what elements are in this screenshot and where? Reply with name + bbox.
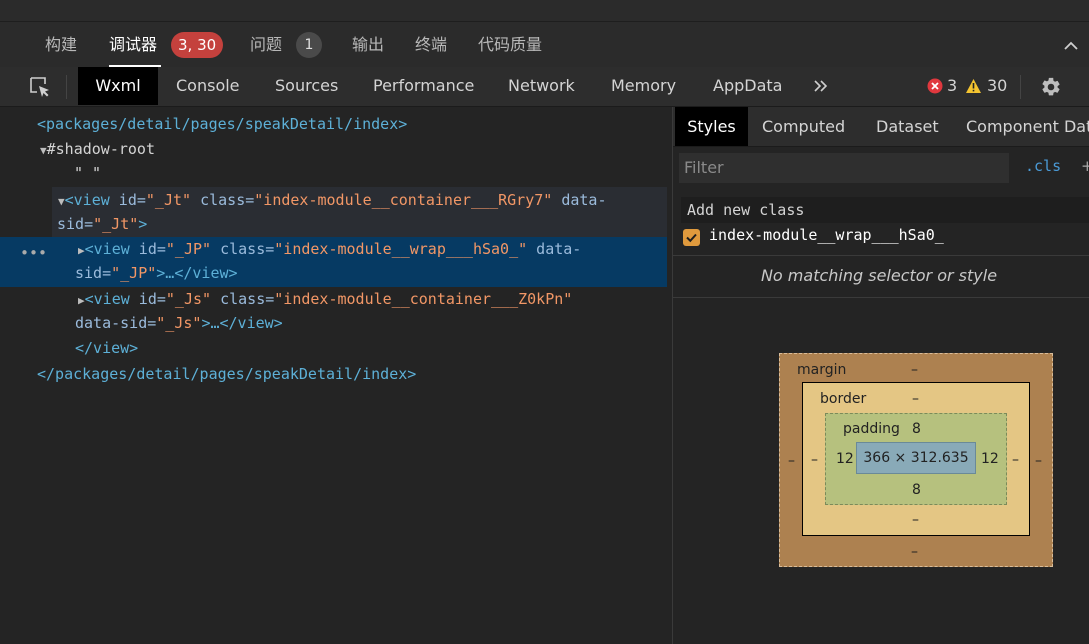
tab-build[interactable]: 构建 bbox=[45, 34, 77, 56]
warning-count[interactable]: 30 bbox=[987, 76, 1007, 95]
warning-icon bbox=[966, 79, 981, 93]
styles-panel: Styles Computed Dataset Component Data F… bbox=[673, 107, 1089, 644]
tree-node-view-jt[interactable]: ▼<view id="_Jt" class="index-module__con… bbox=[58, 189, 606, 211]
more-options-icon[interactable]: ••• bbox=[20, 244, 47, 262]
tree-node-shadow-root[interactable]: ▼#shadow-root bbox=[40, 138, 155, 160]
styles-tab-bar: Styles Computed Dataset Component Data bbox=[673, 107, 1089, 147]
class-item-label: index-module__wrap___hSa0_ bbox=[709, 226, 944, 244]
section-divider bbox=[673, 255, 1089, 256]
tab-terminal[interactable]: 终端 bbox=[415, 34, 447, 56]
margin-top-value[interactable]: – bbox=[911, 362, 918, 378]
tab-console[interactable]: Console bbox=[176, 67, 240, 105]
box-model-margin: margin – – – – border – – – – padding 8 … bbox=[779, 353, 1053, 567]
collapsed-triangle-icon[interactable]: ▶ bbox=[78, 294, 85, 307]
tree-node-text[interactable]: " " bbox=[74, 162, 101, 184]
margin-bottom-value[interactable]: – bbox=[911, 544, 918, 560]
tab-problems[interactable]: 问题 bbox=[250, 34, 282, 56]
border-bottom-value[interactable]: – bbox=[912, 512, 919, 528]
tab-component-data[interactable]: Component Data bbox=[966, 107, 1089, 146]
class-checkbox[interactable] bbox=[683, 229, 700, 246]
chevron-up-icon[interactable] bbox=[1062, 37, 1080, 55]
tree-node-view-close[interactable]: </view> bbox=[75, 337, 138, 359]
tab-performance[interactable]: Performance bbox=[373, 67, 474, 105]
section-divider bbox=[673, 297, 1089, 298]
tree-node-root-close[interactable]: </packages/detail/pages/speakDetail/inde… bbox=[37, 363, 416, 385]
checkmark-icon bbox=[686, 233, 697, 243]
tree-node-root-open[interactable]: <packages/detail/pages/speakDetail/index… bbox=[37, 113, 407, 135]
toolbar-separator bbox=[66, 75, 67, 99]
tree-node-view-js[interactable]: ▶<view id="_Js" class="index-module__con… bbox=[78, 288, 572, 310]
devtools-toolbar: Wxml Console Sources Performance Network… bbox=[0, 67, 1089, 107]
no-matching-style-message: No matching selector or style bbox=[760, 266, 998, 285]
error-icon bbox=[927, 78, 943, 94]
padding-bottom-value[interactable]: 8 bbox=[912, 482, 921, 498]
collapsed-triangle-icon[interactable]: ▶ bbox=[78, 244, 85, 257]
problems-count-badge: 1 bbox=[296, 32, 322, 58]
expand-triangle-icon[interactable]: ▼ bbox=[40, 144, 47, 157]
tab-computed[interactable]: Computed bbox=[762, 107, 845, 146]
toolbar-separator bbox=[1020, 75, 1021, 99]
tab-dataset[interactable]: Dataset bbox=[876, 107, 939, 146]
padding-right-value[interactable]: 12 bbox=[981, 451, 999, 467]
padding-top-value[interactable]: 8 bbox=[912, 421, 921, 437]
tab-debugger[interactable]: 调试器 bbox=[109, 34, 157, 56]
debugger-count-badge: 3, 30 bbox=[171, 32, 224, 58]
filter-input[interactable]: Filter bbox=[679, 153, 1009, 183]
margin-right-value[interactable]: – bbox=[1035, 453, 1042, 469]
inspect-element-icon[interactable] bbox=[29, 76, 51, 98]
margin-left-value[interactable]: – bbox=[788, 453, 795, 469]
expand-triangle-icon[interactable]: ▼ bbox=[58, 195, 65, 208]
wxml-tree-panel: ••• <packages/detail/pages/speakDetail/i… bbox=[0, 107, 672, 644]
gear-icon[interactable] bbox=[1040, 76, 1062, 98]
margin-label: margin bbox=[797, 362, 847, 378]
add-class-input[interactable]: Add new class bbox=[681, 197, 1089, 223]
tab-wxml[interactable]: Wxml bbox=[78, 67, 158, 105]
new-style-rule-button[interactable]: + bbox=[1081, 157, 1089, 175]
box-model-content[interactable]: 366 × 312.635 bbox=[856, 442, 976, 474]
tab-styles[interactable]: Styles bbox=[675, 107, 748, 146]
error-count[interactable]: 3 bbox=[947, 76, 957, 95]
window-top-strip bbox=[0, 0, 1089, 22]
tree-node-view-js-cont[interactable]: data-sid="_Js">…</view> bbox=[75, 312, 283, 334]
box-model-border: border – – – – padding 8 8 12 12 366 × 3… bbox=[802, 382, 1030, 536]
cls-toggle-button[interactable]: .cls bbox=[1025, 157, 1061, 175]
border-label: border bbox=[820, 391, 867, 407]
box-model-padding: padding 8 8 12 12 366 × 312.635 bbox=[825, 413, 1007, 505]
tab-sources[interactable]: Sources bbox=[275, 67, 338, 105]
tab-output[interactable]: 输出 bbox=[352, 34, 384, 56]
border-right-value[interactable]: – bbox=[1012, 452, 1019, 468]
border-top-value[interactable]: – bbox=[912, 391, 919, 407]
tab-network[interactable]: Network bbox=[508, 67, 575, 105]
chevron-double-right-icon[interactable] bbox=[813, 77, 829, 95]
tab-memory[interactable]: Memory bbox=[611, 67, 676, 105]
panel-tab-bar: 构建 调试器 问题 输出 终端 代码质量 bbox=[0, 22, 1089, 67]
padding-label: padding bbox=[843, 421, 900, 437]
padding-left-value[interactable]: 12 bbox=[836, 451, 854, 467]
tree-node-view-jp[interactable]: ▶<view id="_JP" class="index-module__wra… bbox=[78, 238, 581, 260]
border-left-value[interactable]: – bbox=[811, 452, 818, 468]
tab-appdata[interactable]: AppData bbox=[713, 67, 782, 105]
tree-node-view-jp-cont[interactable]: sid="_JP">…</view> bbox=[75, 262, 238, 284]
tree-node-view-jt-cont[interactable]: sid="_Jt"> bbox=[57, 213, 147, 235]
tab-code-quality[interactable]: 代码质量 bbox=[478, 34, 542, 56]
